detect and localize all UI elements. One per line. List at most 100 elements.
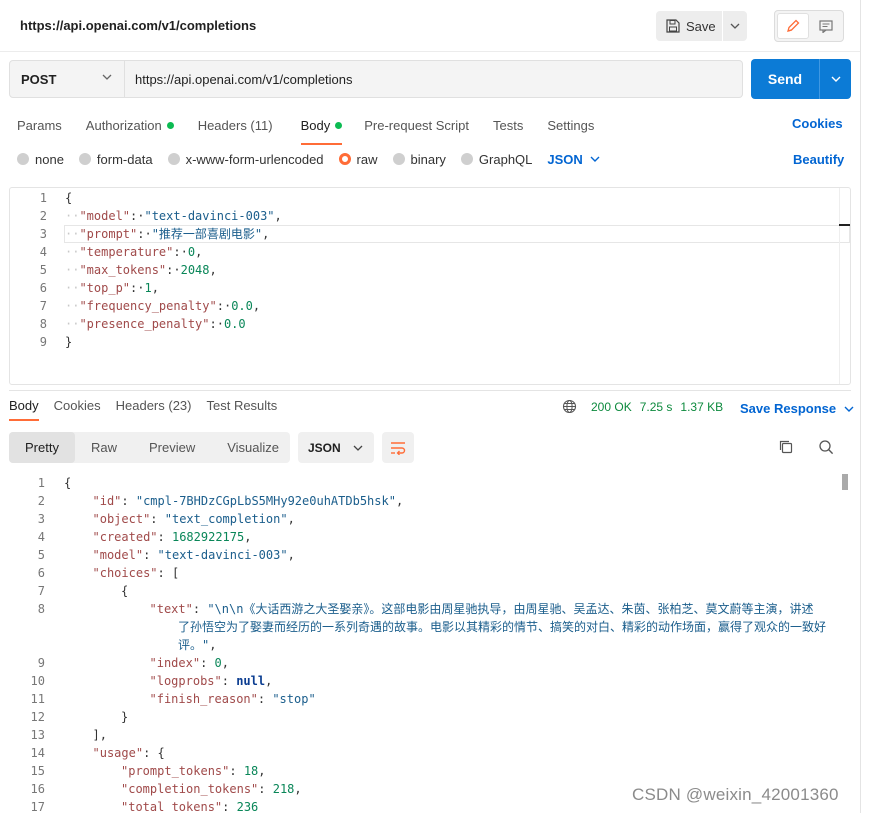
code-line: 6 "choices": [: [9, 564, 851, 582]
wrap-lines-button[interactable]: [382, 432, 414, 463]
tab-response-body[interactable]: Body: [9, 398, 39, 421]
save-icon: [666, 19, 680, 33]
method-label: POST: [21, 71, 57, 87]
code-text: "object": "text_completion",: [93, 510, 295, 528]
line-number: 16: [30, 782, 45, 796]
divider: [9, 390, 851, 391]
tab-test-results[interactable]: Test Results: [206, 398, 277, 413]
send-options-button[interactable]: [819, 59, 851, 99]
radio-urlencoded[interactable]: x-www-form-urlencoded: [167, 152, 324, 167]
edit-button[interactable]: [777, 13, 809, 39]
code-token: ,: [209, 638, 217, 652]
code-line: 2 "id": "cmpl-7BHDzCGpLbS5MHy92e0uhATDb5h…: [9, 492, 851, 510]
code-line: 6 ··"top_p":·1,: [10, 279, 850, 297]
code-line: 14 "usage": {: [9, 744, 851, 762]
line-number: 4: [37, 530, 45, 544]
radio-graphql[interactable]: GraphQL: [460, 152, 532, 167]
code-line: 10 "logprobs": null,: [9, 672, 851, 690]
radio-none[interactable]: none: [17, 152, 64, 167]
radio-circle: [392, 153, 405, 165]
code-token: "top_p": [79, 281, 131, 295]
chevron-down-icon: [102, 74, 112, 80]
code-token: "model": [79, 209, 131, 223]
radio-raw[interactable]: raw: [338, 152, 378, 167]
chevron-down-icon: [353, 445, 363, 451]
code-token: "usage": [92, 746, 144, 760]
line-number: 2: [39, 209, 47, 223]
response-size[interactable]: 1.37 KB: [680, 400, 723, 414]
tab-headers[interactable]: Headers (11): [198, 113, 273, 137]
code-text: "id": "cmpl-7BHDzCGpLbS5MHy92e0uhATDb5hs…: [93, 492, 404, 510]
line-number: 3: [39, 227, 47, 241]
tab-response-cookies[interactable]: Cookies: [54, 398, 101, 413]
response-body-viewer[interactable]: 1{2 "id": "cmpl-7BHDzCGpLbS5MHy92e0uhATDb…: [9, 474, 851, 813]
tab-response-headers[interactable]: Headers (23): [116, 398, 192, 413]
code-token: {: [65, 191, 73, 205]
radio-form-data[interactable]: form-data: [78, 152, 153, 167]
save-button[interactable]: Save: [656, 11, 722, 41]
code-token: :: [157, 530, 172, 544]
code-token: ··: [65, 209, 80, 223]
tab-authorization[interactable]: Authorization: [86, 113, 174, 137]
beautify-link[interactable]: Beautify: [793, 152, 844, 167]
code-token: :: [258, 782, 273, 796]
code-line: 3 ··"prompt":·"推荐一部喜剧电影",: [10, 225, 850, 243]
view-pretty[interactable]: Pretty: [9, 432, 75, 463]
code-text: ··"temperature":·0,: [65, 243, 202, 261]
view-raw[interactable]: Raw: [75, 432, 133, 463]
code-text: {: [65, 189, 72, 207]
code-token: ,: [287, 512, 295, 526]
tab-tests[interactable]: Tests: [493, 113, 523, 137]
line-number: 7: [37, 584, 45, 598]
tab-prerequest-script[interactable]: Pre-request Script: [364, 113, 469, 137]
comments-button[interactable]: [811, 13, 841, 39]
view-preview[interactable]: Preview: [133, 432, 211, 463]
code-token: :·: [173, 245, 188, 259]
code-token: 236: [236, 800, 259, 813]
url-input[interactable]: [125, 60, 743, 98]
line-number: 15: [30, 764, 45, 778]
search-icon[interactable]: [818, 439, 834, 455]
radio-binary[interactable]: binary: [392, 152, 446, 167]
send-button[interactable]: Send: [751, 59, 819, 99]
code-token: 2048: [180, 263, 210, 277]
code-text: }: [65, 333, 72, 351]
tab-params[interactable]: Params: [17, 113, 62, 137]
copy-icon[interactable]: [778, 439, 794, 455]
code-token: "text-davinci-003": [157, 548, 288, 562]
code-token: :·: [216, 299, 232, 313]
code-token: :: [229, 764, 244, 778]
radio-circle: [17, 153, 29, 165]
method-select[interactable]: POST: [9, 60, 125, 98]
code-token: "stop": [272, 692, 316, 706]
code-token: ,: [151, 281, 159, 295]
code-text: "text": "\n\n《大话西游之大圣娶亲》。这部电影由周星驰执导，由周星驰…: [150, 600, 814, 618]
body-format-select[interactable]: JSON: [547, 152, 600, 167]
request-body-editor[interactable]: 1{2 ··"model":·"text-davinci-003", 3 ··"pro…: [9, 187, 851, 385]
save-options-button[interactable]: [723, 11, 747, 41]
code-token: "object": [92, 512, 151, 526]
code-token: :: [150, 512, 165, 526]
save-response-button[interactable]: Save Response: [740, 401, 854, 416]
chevron-down-icon: [831, 76, 840, 82]
wrap-lines-icon: [391, 441, 406, 455]
view-visualize[interactable]: Visualize: [211, 432, 295, 463]
code-token: 1682922175: [171, 530, 245, 544]
globe-icon[interactable]: [562, 399, 577, 414]
line-number: 8: [39, 317, 47, 331]
response-scrollbar[interactable]: [842, 474, 848, 490]
tab-body[interactable]: Body: [300, 113, 343, 145]
request-title[interactable]: https://api.openai.com/v1/completions: [20, 18, 256, 33]
code-token: ··: [65, 281, 80, 295]
line-number: 9: [39, 335, 47, 349]
response-time[interactable]: 7.25 s: [640, 400, 673, 414]
code-line: 8 "text": "\n\n《大话西游之大圣娶亲》。这部电影由周星驰执导，由周星…: [9, 600, 851, 618]
cookies-link[interactable]: Cookies: [792, 116, 843, 131]
code-token: "model": [92, 548, 144, 562]
status-code[interactable]: 200 OK: [591, 400, 632, 414]
line-number: 1: [37, 476, 45, 490]
response-format-select[interactable]: JSON: [298, 432, 374, 463]
tab-settings[interactable]: Settings: [547, 113, 594, 137]
line-number: 12: [30, 710, 45, 724]
code-text: ··"prompt":·"推荐一部喜剧电影",: [65, 225, 269, 243]
